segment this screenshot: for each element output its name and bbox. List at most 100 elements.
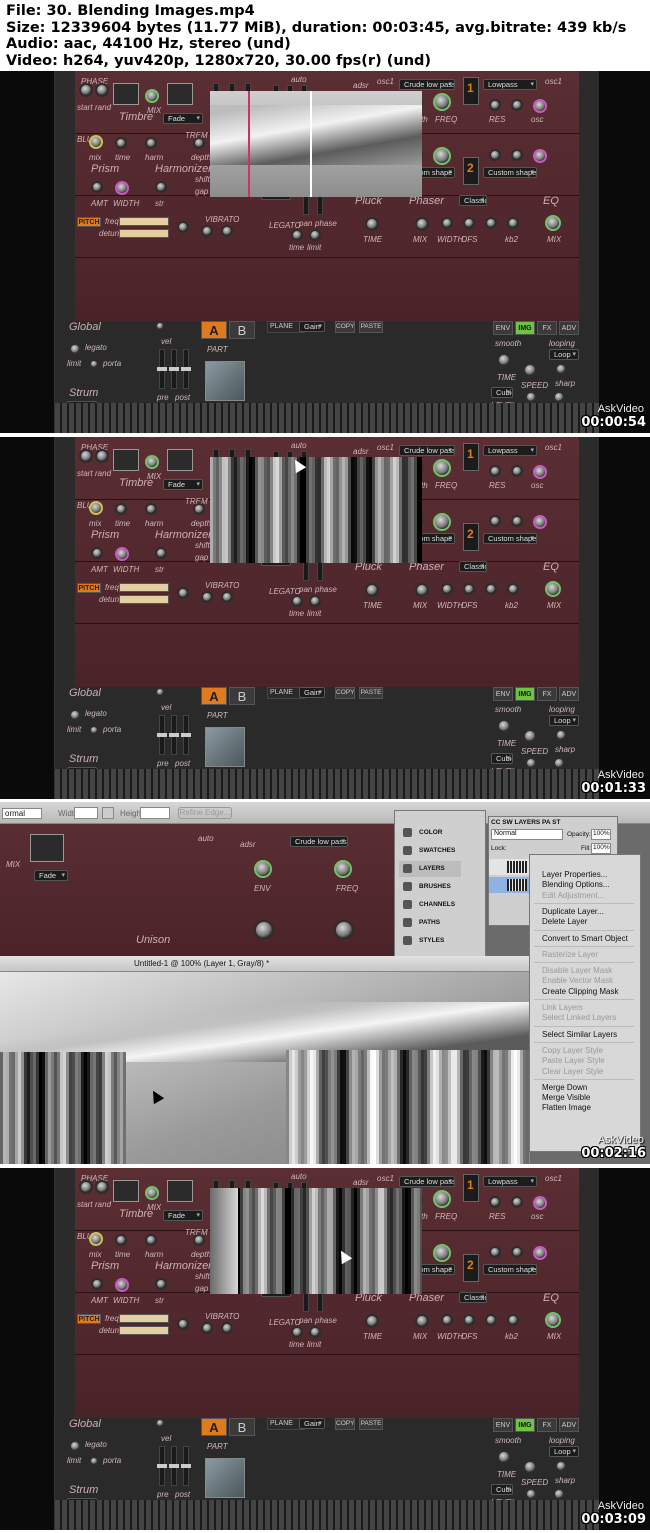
phaser-mode-dropdown[interactable]: Classic [459, 1292, 487, 1303]
filter-res-knob[interactable] [489, 99, 501, 111]
pitch-env-knob[interactable] [177, 1318, 189, 1330]
env2-res-knob[interactable] [489, 515, 501, 527]
global-knob[interactable] [155, 1418, 165, 1428]
timbre-mode-dropdown[interactable]: Fade [163, 479, 203, 490]
filter-freq-knob[interactable] [433, 459, 451, 477]
layer-menu-item[interactable]: Delete Layer [542, 917, 587, 926]
layer-menu-item[interactable]: Paste Layer Style [542, 1056, 605, 1065]
mix-knob[interactable] [145, 1186, 159, 1200]
filter2-width-knob[interactable] [511, 99, 523, 111]
phaser-width-knob[interactable] [441, 583, 453, 595]
porta-toggle[interactable] [89, 1456, 99, 1466]
fx2-fader[interactable] [181, 715, 191, 755]
ps-mode-select[interactable]: ormal [2, 808, 42, 819]
harmonizer-str-knob[interactable] [155, 1278, 167, 1290]
detune-display[interactable] [119, 1326, 169, 1335]
part-b-button[interactable]: B [229, 321, 255, 339]
layer-menu-item[interactable]: Clear Layer Style [542, 1067, 603, 1076]
layer-menu-item[interactable]: Convert to Smart Object [542, 934, 628, 943]
filter2-osc-knob[interactable] [533, 465, 547, 479]
detune-display[interactable] [119, 595, 169, 604]
fx-tab[interactable]: FX [537, 1418, 557, 1432]
phaser-ofs-knob[interactable] [463, 583, 475, 595]
part-b-button[interactable]: B [229, 1418, 255, 1436]
img-sharp-knob[interactable] [555, 363, 567, 375]
global-knob[interactable] [155, 687, 165, 697]
ps-panel-swatches[interactable]: SWATCHES [399, 843, 461, 859]
layer-menu-item[interactable]: Copy Layer Style [542, 1046, 603, 1055]
legato-time-knob[interactable] [291, 229, 303, 241]
plane-gain-dropdown[interactable]: Gain [299, 1418, 325, 1429]
filter-res-knob[interactable] [489, 1196, 501, 1208]
opacity-input[interactable]: 100% [591, 829, 611, 840]
looping-dropdown[interactable]: Loop [549, 349, 579, 360]
filter-type-dropdown-2[interactable]: Lowpass [483, 1176, 537, 1187]
env-tab[interactable]: ENV [493, 687, 513, 701]
phaser-kb2-knob[interactable] [507, 217, 519, 229]
img-sharp-knob[interactable] [555, 729, 567, 741]
filter-type-dropdown-1[interactable]: Crude low pass [399, 445, 455, 456]
env2-osc-knob[interactable] [533, 515, 547, 529]
looping-dropdown[interactable]: Loop [549, 715, 579, 726]
filter-type-dropdown-2[interactable]: Lowpass [483, 445, 537, 456]
paste-button[interactable]: PASTE [359, 1418, 383, 1430]
part-a-button[interactable]: A [201, 321, 227, 339]
img-speed-knob[interactable] [523, 363, 537, 377]
layer-menu-item[interactable]: Select Similar Layers [542, 1030, 617, 1039]
vibrato-depth-knob[interactable] [201, 225, 213, 237]
blur-mix-knob[interactable] [89, 1232, 103, 1246]
filter2-osc-knob[interactable] [533, 99, 547, 113]
legato-time-knob[interactable] [291, 595, 303, 607]
env2-res-knob[interactable] [489, 149, 501, 161]
looping-dropdown[interactable]: Loop [549, 1446, 579, 1457]
vol2-fader[interactable] [157, 715, 167, 755]
spectrogram-image[interactable] [210, 1188, 422, 1294]
env2-osc-knob[interactable] [533, 1246, 547, 1260]
pitch-env-knob[interactable] [177, 587, 189, 599]
blur-time-knob[interactable] [115, 503, 127, 515]
legato-limit-knob[interactable] [309, 229, 321, 241]
piano-keyboard[interactable] [55, 1500, 599, 1530]
phaser-speed-knob[interactable] [485, 583, 497, 595]
img-sharp-knob[interactable] [555, 1460, 567, 1472]
legato-limit-knob[interactable] [309, 595, 321, 607]
timbre-mode-dropdown[interactable]: Fade [163, 113, 203, 124]
legato-toggle[interactable] [69, 1440, 81, 1452]
legato-time-knob[interactable] [291, 1326, 303, 1338]
waveform-b-display[interactable] [167, 1180, 193, 1202]
filter2-osc-knob[interactable] [533, 1196, 547, 1210]
plane-gain-dropdown[interactable]: Gain [299, 321, 325, 332]
layer-menu-item[interactable]: Rasterize Layer [542, 950, 598, 959]
phaser-speed-knob[interactable] [485, 1314, 497, 1326]
waveform-b-display[interactable] [167, 449, 193, 471]
vibrato-speed-knob[interactable] [221, 1322, 233, 1334]
ps-panel-styles[interactable]: STYLES [399, 933, 461, 949]
vol2-fader[interactable] [157, 349, 167, 389]
timbre-mode-dropdown[interactable]: Fade [163, 1210, 203, 1221]
trem-depth-knob[interactable] [193, 1234, 205, 1246]
layer-menu-item[interactable]: Duplicate Layer... [542, 907, 604, 916]
waveform-a-display[interactable] [113, 1180, 139, 1202]
height-input[interactable] [140, 807, 170, 819]
eq-mix-knob[interactable] [545, 1312, 561, 1328]
blend-mode-select[interactable]: Normal [491, 829, 563, 840]
env-tab[interactable]: ENV [493, 1418, 513, 1432]
shape-dropdown-2[interactable]: Custom shape 2 [483, 167, 537, 178]
fx-tab[interactable]: FX [537, 687, 557, 701]
phaser-kb2-knob[interactable] [507, 1314, 519, 1326]
phaser-width-knob[interactable] [441, 1314, 453, 1326]
copy-button[interactable]: COPY [335, 1418, 355, 1430]
filter-freq-knob[interactable] [433, 1190, 451, 1208]
piano-keyboard[interactable] [55, 403, 599, 433]
phaser-kb2-knob[interactable] [507, 583, 519, 595]
filter2-width-knob[interactable] [511, 1196, 523, 1208]
filter2-width-knob[interactable] [511, 465, 523, 477]
img-tab[interactable]: IMG [515, 687, 535, 701]
start-knob[interactable] [79, 1180, 93, 1194]
fx-tab[interactable]: FX [537, 321, 557, 335]
layer-menu-item[interactable]: Link Layers [542, 1003, 583, 1012]
pitch2-fader[interactable] [169, 349, 179, 389]
copy-button[interactable]: COPY [335, 687, 355, 699]
fx2-fader[interactable] [181, 1446, 191, 1486]
pitch-button[interactable]: PITCH [77, 583, 101, 593]
